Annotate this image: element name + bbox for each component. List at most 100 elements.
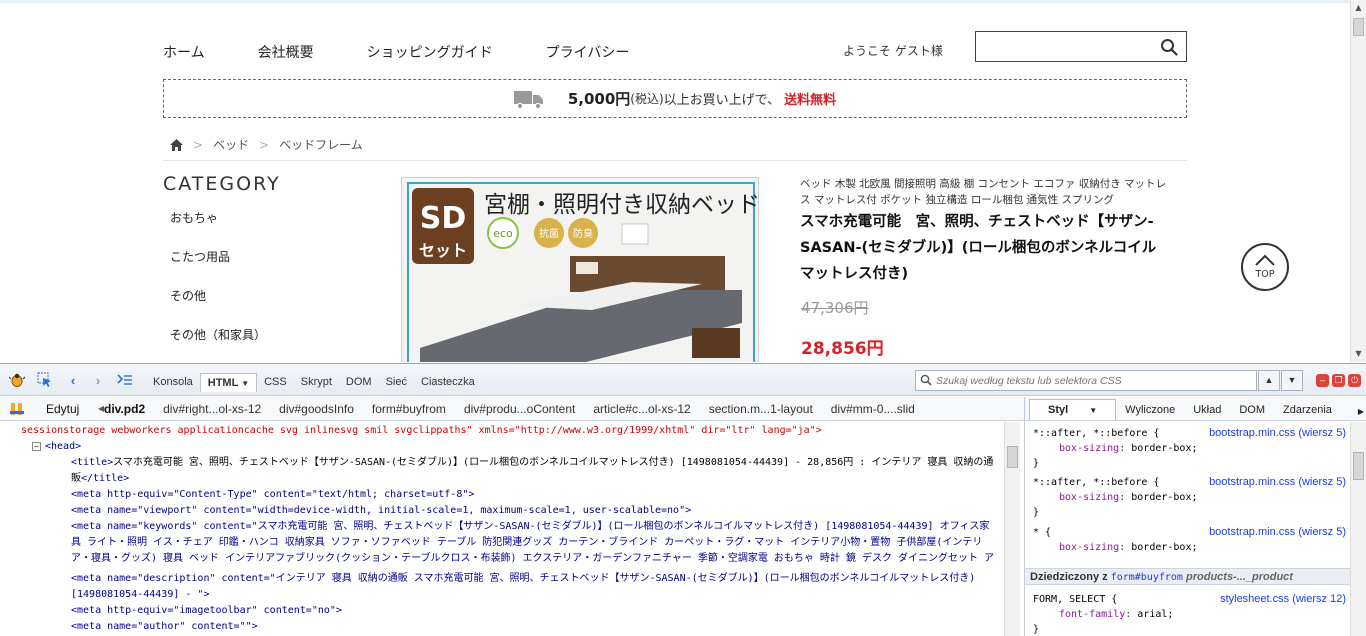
forward-arrow-icon[interactable]: › bbox=[90, 372, 106, 388]
search-prev-icon[interactable]: ▲ bbox=[1258, 370, 1280, 391]
nav-shopping-guide[interactable]: ショッピングガイド bbox=[367, 42, 493, 62]
rule-property[interactable]: font-family bbox=[1033, 609, 1125, 620]
site-search-input[interactable] bbox=[976, 32, 1151, 61]
style-panel-scrollbar[interactable] bbox=[1350, 422, 1366, 636]
search-icon bbox=[920, 374, 932, 386]
scroll-up-icon[interactable]: ▲ bbox=[1351, 0, 1366, 16]
html-meta-node[interactable]: <meta name="author" content=""> bbox=[71, 619, 258, 635]
nav-home[interactable]: ホーム bbox=[163, 42, 205, 62]
side-tab-computed[interactable]: Wyliczone bbox=[1116, 400, 1184, 420]
tab-cookies[interactable]: Ciasteczka bbox=[414, 373, 482, 392]
tab-css[interactable]: CSS bbox=[257, 373, 294, 392]
html-head-node[interactable]: − <head> bbox=[32, 439, 81, 455]
rule-source-link[interactable]: bootstrap.min.css (wiersz 5) bbox=[1209, 426, 1346, 441]
search-next-icon[interactable]: ▼ bbox=[1281, 370, 1303, 391]
command-line-icon[interactable] bbox=[117, 372, 133, 388]
page-scroll-thumb[interactable] bbox=[1353, 18, 1364, 36]
rule-property[interactable]: box-sizing bbox=[1033, 492, 1119, 503]
html-tree: sessionstorage webworkers applicationcac… bbox=[0, 422, 1004, 636]
break-on-mutate-icon[interactable] bbox=[10, 402, 24, 416]
search-icon[interactable] bbox=[1160, 38, 1178, 56]
minimize-icon[interactable]: – bbox=[1316, 374, 1329, 387]
side-tab-style[interactable]: Styl ▼ bbox=[1029, 399, 1117, 420]
breadcrumb-item-bed[interactable]: ベッド bbox=[213, 136, 249, 153]
chevron-down-icon[interactable]: ▼ bbox=[241, 379, 249, 388]
side-tabs-scroll-icon[interactable]: ▶ bbox=[1355, 403, 1366, 420]
firebug-bug-icon[interactable] bbox=[9, 372, 25, 388]
html-meta-node[interactable]: <meta name="keywords" content="スマホ充電可能 宮… bbox=[71, 519, 999, 566]
rule-value[interactable]: arial; bbox=[1137, 609, 1173, 620]
rule-value[interactable]: border-box; bbox=[1131, 492, 1197, 503]
back-to-top-label: TOP bbox=[1255, 269, 1275, 280]
category-item[interactable]: こたつ用品 bbox=[170, 248, 266, 287]
crumb-element[interactable]: div#produ...oContent bbox=[464, 402, 575, 416]
css-rule[interactable]: FORM, SELECT { stylesheet.css (wiersz 12… bbox=[1033, 592, 1348, 636]
rule-property[interactable]: box-sizing bbox=[1033, 443, 1119, 454]
category-item[interactable]: その他 bbox=[170, 287, 266, 326]
tab-html[interactable]: HTML ▼ bbox=[199, 373, 258, 392]
css-rule[interactable]: *::after, *::before { bootstrap.min.css … bbox=[1033, 426, 1348, 471]
side-tab-layout[interactable]: Układ bbox=[1184, 400, 1230, 420]
rule-close: } bbox=[1033, 507, 1040, 518]
category-item[interactable]: その他（和家具） bbox=[170, 326, 266, 362]
tab-script[interactable]: Skrypt bbox=[294, 373, 339, 392]
rule-source-link[interactable]: bootstrap.min.css (wiersz 5) bbox=[1209, 525, 1346, 540]
back-to-top-button[interactable]: TOP bbox=[1241, 243, 1289, 291]
page-top-edge bbox=[0, 0, 1350, 3]
chevron-down-icon[interactable]: ▼ bbox=[1080, 402, 1106, 419]
scroll-down-icon[interactable]: ▼ bbox=[1351, 346, 1366, 362]
site-search bbox=[975, 31, 1187, 62]
style-panel-scroll-thumb[interactable] bbox=[1353, 452, 1364, 480]
html-title-node[interactable]: <title>スマホ充電可能 宮、照明、チェストベッド【サザン-SASAN-(セ… bbox=[71, 455, 999, 487]
product-image[interactable]: SD セット 宮棚・照明付き収納ベッド eco 抗菌 防臭 bbox=[401, 177, 759, 362]
css-rule[interactable]: *::after, *::before { bootstrap.min.css … bbox=[1033, 475, 1348, 520]
crumb-element[interactable]: div#right...ol-xs-12 bbox=[163, 402, 261, 416]
home-icon[interactable] bbox=[170, 138, 183, 151]
detach-icon[interactable]: ❐ bbox=[1332, 374, 1345, 387]
firebug-search-input[interactable] bbox=[916, 371, 1234, 390]
css-rule[interactable]: * { bootstrap.min.css (wiersz 5) box-siz… bbox=[1033, 525, 1348, 555]
crumb-element[interactable]: section.m...1-layout bbox=[709, 402, 813, 416]
tab-dom[interactable]: DOM bbox=[339, 373, 379, 392]
html-meta-node[interactable]: <meta name="description" content="インテリア … bbox=[71, 571, 999, 603]
collapse-icon[interactable]: − bbox=[32, 442, 41, 451]
crumb-element[interactable]: div#mm-0....slid bbox=[831, 402, 915, 416]
side-tab-dom[interactable]: DOM bbox=[1230, 400, 1274, 420]
crumb-element[interactable]: form#buyfrom bbox=[372, 402, 446, 416]
back-arrow-icon[interactable]: ‹ bbox=[65, 372, 81, 388]
rule-source-link[interactable]: stylesheet.css (wiersz 12) bbox=[1220, 592, 1346, 607]
page-scrollbar[interactable]: ▲ ▼ bbox=[1350, 0, 1366, 362]
html-meta-node[interactable]: <meta http-equiv="imagetoolbar" content=… bbox=[71, 603, 342, 619]
side-tab-style-label: Styl bbox=[1048, 404, 1069, 416]
crumb-element[interactable]: div.pd2 bbox=[104, 402, 145, 416]
category-list: おもちゃ こたつ用品 その他 その他（和家具） bbox=[170, 209, 266, 362]
main-nav: ホーム 会社概要 ショッピングガイド プライバシー bbox=[163, 42, 682, 62]
breadcrumb-item-bed-frame[interactable]: ベッドフレーム bbox=[279, 136, 363, 153]
nav-company[interactable]: 会社概要 bbox=[258, 42, 314, 62]
html-tree-scroll-thumb[interactable] bbox=[1007, 446, 1018, 468]
nav-privacy[interactable]: プライバシー bbox=[546, 42, 630, 62]
breadcrumb-separator-icon: > bbox=[193, 137, 204, 152]
rule-source-link[interactable]: bootstrap.min.css (wiersz 5) bbox=[1209, 475, 1346, 490]
inspect-element-icon[interactable] bbox=[37, 372, 53, 388]
style-side-panel: Styl ▼ Wyliczone Układ DOM Zdarzenia ▶ *… bbox=[1024, 397, 1366, 636]
close-icon[interactable]: ⏻ bbox=[1348, 374, 1361, 387]
edit-button[interactable]: Edytuj bbox=[46, 402, 79, 416]
firebug-main-toolbar: ‹ › Konsola HTML ▼ CSS Skrypt DOM Sieć C… bbox=[0, 364, 1366, 396]
html-tree-scrollbar[interactable] bbox=[1004, 422, 1020, 636]
rule-value[interactable]: border-box; bbox=[1131, 542, 1197, 553]
crumb-element[interactable]: div#goodsInfo bbox=[279, 402, 354, 416]
shipping-tax-note: (税込) bbox=[630, 92, 664, 106]
side-tab-events[interactable]: Zdarzenia bbox=[1274, 400, 1341, 420]
inherited-element-link[interactable]: form#buyfrom bbox=[1111, 572, 1183, 583]
html-meta-node[interactable]: <meta name="viewport" content="width=dev… bbox=[71, 503, 691, 519]
tab-net[interactable]: Sieć bbox=[379, 373, 414, 392]
rule-value[interactable]: border-box; bbox=[1131, 443, 1197, 454]
html-meta-node[interactable]: <meta http-equiv="Content-Type" content=… bbox=[71, 487, 474, 503]
crumb-element[interactable]: article#c...ol-xs-12 bbox=[593, 402, 690, 416]
badge-sd: SD bbox=[420, 201, 467, 236]
rule-property[interactable]: box-sizing bbox=[1033, 542, 1119, 553]
category-item[interactable]: おもちゃ bbox=[170, 209, 266, 248]
style-rules: *::after, *::before { bootstrap.min.css … bbox=[1025, 422, 1350, 636]
tab-console[interactable]: Konsola bbox=[146, 373, 200, 392]
